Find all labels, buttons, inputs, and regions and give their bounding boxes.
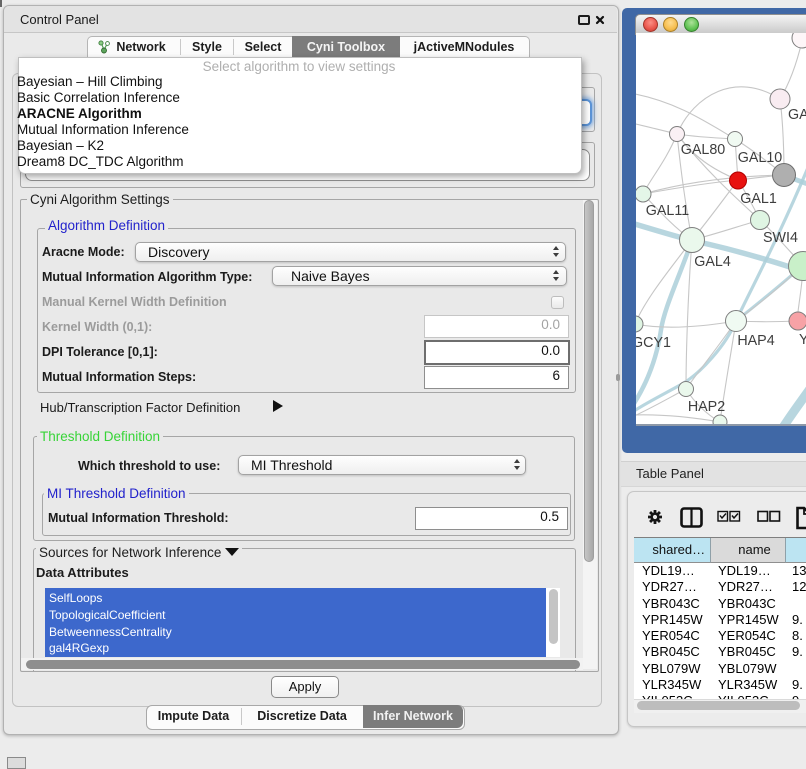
svg-text:GAL11: GAL11 (646, 203, 689, 219)
svg-text:GCY1: GCY1 (636, 335, 671, 351)
svg-text:GAL4: GAL4 (694, 254, 731, 270)
svg-text:HAP2: HAP2 (688, 399, 725, 415)
svg-text:GAL10: GAL10 (738, 150, 783, 166)
svg-text:HAP4: HAP4 (737, 333, 774, 349)
svg-text:Y: Y (799, 332, 806, 348)
svg-text:GAL1: GAL1 (740, 191, 777, 207)
svg-text:SWI4: SWI4 (763, 230, 798, 246)
svg-text:GAL: GAL (788, 107, 806, 123)
svg-text:GAL80: GAL80 (681, 142, 726, 158)
